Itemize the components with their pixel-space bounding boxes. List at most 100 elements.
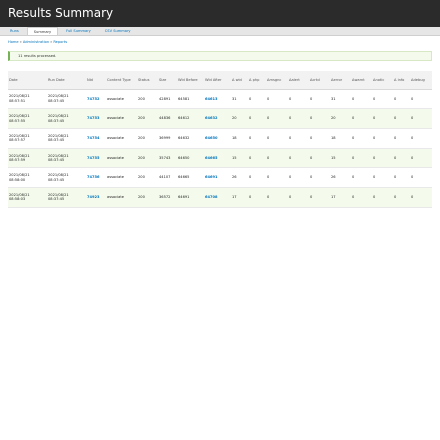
cell-delta-info: 0 — [393, 187, 410, 208]
cell-delta-info: 0 — [393, 167, 410, 188]
cell-delta-info: 0 — [393, 89, 410, 110]
nid-link[interactable]: 74754 — [87, 136, 100, 140]
nid-link[interactable]: 74752 — [87, 97, 100, 101]
column-header-delta-alert[interactable]: Δalert — [288, 71, 309, 90]
cell-delta-alert: 0 — [288, 89, 309, 110]
cell-delta-wid: 15 — [231, 148, 248, 169]
wid-after-link[interactable]: 64613 — [205, 97, 218, 101]
cell-delta-error: 26 — [330, 167, 351, 188]
cell-run-date: 2021/08/21 08:37:45 — [47, 187, 86, 208]
breadcrumb-separator: » — [19, 40, 22, 44]
cell-delta-critical: 0 — [309, 108, 330, 129]
column-header-content-type[interactable]: Content Type — [106, 71, 137, 90]
cell-wid-before: 64691 — [177, 187, 204, 208]
column-header-delta-notice[interactable]: Δnotic — [372, 71, 393, 90]
cell-delta-emergency: 0 — [266, 187, 288, 208]
cell-delta-debug: 0 — [410, 108, 432, 129]
cell-delta-error: 20 — [330, 108, 351, 129]
cell-wid-after: 64691 — [204, 167, 231, 188]
cell-content-type: associate — [106, 167, 137, 188]
tab-csv-summary[interactable]: CSV Summary — [99, 27, 137, 35]
breadcrumb-reports-link[interactable]: Reports — [53, 40, 67, 44]
cell-delta-emergency: 0 — [266, 167, 288, 188]
column-header-status[interactable]: Status — [137, 71, 158, 90]
cell-wid-before: 64665 — [177, 167, 204, 188]
cell-date: 2021/08/21 08:57:55 — [8, 108, 47, 129]
cell-delta-warning: 0 — [351, 89, 372, 110]
wid-after-link[interactable]: 64632 — [205, 116, 218, 120]
cell-wid-after: 64650 — [204, 128, 231, 149]
cell-delta-warning: 0 — [351, 108, 372, 129]
cell-delta-wid: 26 — [231, 167, 248, 188]
cell-content-type: associate — [106, 128, 137, 149]
cell-content-type: associate — [106, 108, 137, 129]
column-header-delta-error[interactable]: Δerror — [330, 71, 351, 90]
cell-status: 200 — [137, 128, 158, 149]
nid-link[interactable]: 74755 — [87, 156, 100, 160]
cell-content-type: associate — [106, 187, 137, 208]
results-table: Date Run Date Nid Content Type Status Si… — [8, 71, 432, 208]
cell-delta-info: 0 — [393, 128, 410, 149]
cell-delta-critical: 0 — [309, 89, 330, 110]
tab-bar: Runs Summary Full Summary CSV Summary — [0, 27, 440, 36]
tab-runs[interactable]: Runs — [4, 27, 25, 35]
cell-delta-notice: 0 — [372, 108, 393, 129]
cell-delta-debug: 0 — [410, 128, 432, 149]
nid-link[interactable]: 74756 — [87, 175, 100, 179]
wid-after-link[interactable]: 64650 — [205, 136, 218, 140]
table-row: 2021/08/21 08:57:59 2021/08/21 08:37:45 74… — [8, 148, 432, 169]
cell-delta-notice: 0 — [372, 167, 393, 188]
column-header-nid[interactable]: Nid — [86, 71, 106, 90]
cell-nid: 74923 — [86, 187, 106, 208]
cell-delta-php: 0 — [248, 148, 266, 169]
cell-delta-emergency: 0 — [266, 108, 288, 129]
nid-link[interactable]: 74923 — [87, 195, 100, 199]
column-header-wid-before[interactable]: Wid Before — [177, 71, 204, 90]
cell-date: 2021/08/21 08:58:03 — [8, 187, 47, 208]
page-title: Results Summary — [8, 6, 114, 20]
column-header-delta-info[interactable]: Δ info — [393, 71, 410, 90]
column-header-delta-critical[interactable]: Δcrtcl — [309, 71, 330, 90]
cell-wid-before: 64612 — [177, 108, 204, 129]
wid-after-link[interactable]: 64708 — [205, 195, 218, 199]
cell-delta-wid: 20 — [231, 108, 248, 129]
cell-run-date: 2021/08/21 08:37:45 — [47, 128, 86, 149]
tab-summary[interactable]: Summary — [26, 27, 59, 35]
column-header-delta-debug[interactable]: Δdebug — [410, 71, 432, 90]
cell-delta-critical: 0 — [309, 167, 330, 188]
column-header-delta-warning[interactable]: Δwarnt — [351, 71, 372, 90]
breadcrumb-administration-link[interactable]: Administration — [23, 40, 49, 44]
cell-wid-before: 64632 — [177, 128, 204, 149]
cell-delta-alert: 0 — [288, 187, 309, 208]
cell-delta-notice: 0 — [372, 89, 393, 110]
cell-delta-notice: 0 — [372, 148, 393, 169]
cell-delta-php: 0 — [248, 187, 266, 208]
tab-full-summary[interactable]: Full Summary — [60, 27, 97, 35]
column-header-delta-php[interactable]: Δ php — [248, 71, 266, 90]
cell-delta-php: 0 — [248, 128, 266, 149]
column-header-delta-emergency[interactable]: Δmsgnc — [266, 71, 288, 90]
cell-size: 42891 — [158, 89, 177, 110]
status-message: 11 results processed. — [8, 51, 432, 61]
table-row: 2021/08/21 08:57:55 2021/08/21 08:37:45 74… — [8, 108, 432, 129]
nid-link[interactable]: 74753 — [87, 116, 100, 120]
table-row: 2021/08/21 08:58:03 2021/08/21 08:37:45 74… — [8, 187, 432, 208]
cell-delta-critical: 0 — [309, 148, 330, 169]
cell-delta-error: 17 — [330, 187, 351, 208]
cell-delta-critical: 0 — [309, 128, 330, 149]
main-content: Home » Administration » Reports 11 resul… — [0, 40, 440, 208]
cell-content-type: associate — [106, 148, 137, 169]
column-header-run-date[interactable]: Run Date — [47, 71, 86, 90]
wid-after-link[interactable]: 64691 — [205, 175, 218, 179]
cell-delta-wid: 17 — [231, 187, 248, 208]
breadcrumb-home-link[interactable]: Home — [8, 40, 19, 44]
cell-wid-before: 64650 — [177, 148, 204, 169]
wid-after-link[interactable]: 64665 — [205, 156, 218, 160]
column-header-date[interactable]: Date — [8, 71, 47, 90]
column-header-size[interactable]: Size — [158, 71, 177, 90]
cell-date: 2021/08/21 08:57:57 — [8, 128, 47, 149]
cell-date: 2021/08/21 08:58:00 — [8, 167, 47, 188]
column-header-delta-wid[interactable]: Δ wid — [231, 71, 248, 90]
cell-delta-notice: 0 — [372, 128, 393, 149]
column-header-wid-after[interactable]: Wid After — [204, 71, 231, 90]
